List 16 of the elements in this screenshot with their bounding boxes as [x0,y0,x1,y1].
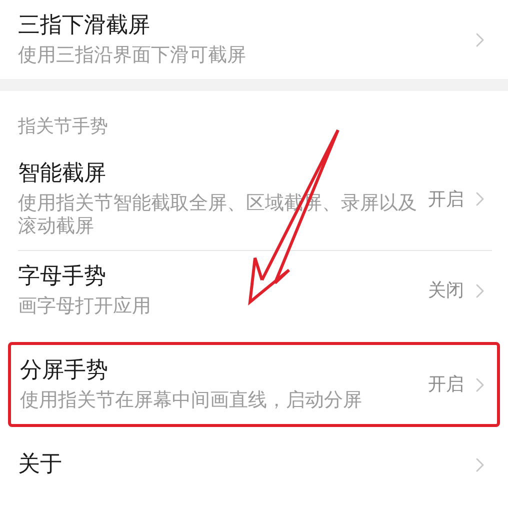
item-value: 开启 [428,373,464,397]
item-description: 画字母打开应用 [18,295,152,318]
settings-item[interactable]: 关于 [0,439,508,491]
item-title: 关于 [18,451,63,479]
section-header: 指关节手势 [17,115,109,139]
item-value: 关闭 [428,279,464,303]
item-description: 使用三指沿界面下滑可截屏 [18,44,247,67]
item-title: 三指下滑截屏 [18,12,151,40]
item-description: 使用指关节在屏幕中间画直线，启动分屏 [20,389,363,412]
settings-item[interactable]: 分屏手势 使用指关节在屏幕中间画直线，启动分屏 开启 [8,342,500,427]
item-title: 分屏手势 [20,357,109,385]
settings-item[interactable]: 三指下滑截屏 使用三指沿界面下滑可截屏 [0,0,508,79]
item-value: 开启 [428,188,464,212]
item-title: 智能截屏 [18,160,107,188]
item-title: 字母手势 [18,263,107,291]
settings-item[interactable]: 字母手势 画字母打开应用 关闭 [0,251,508,330]
